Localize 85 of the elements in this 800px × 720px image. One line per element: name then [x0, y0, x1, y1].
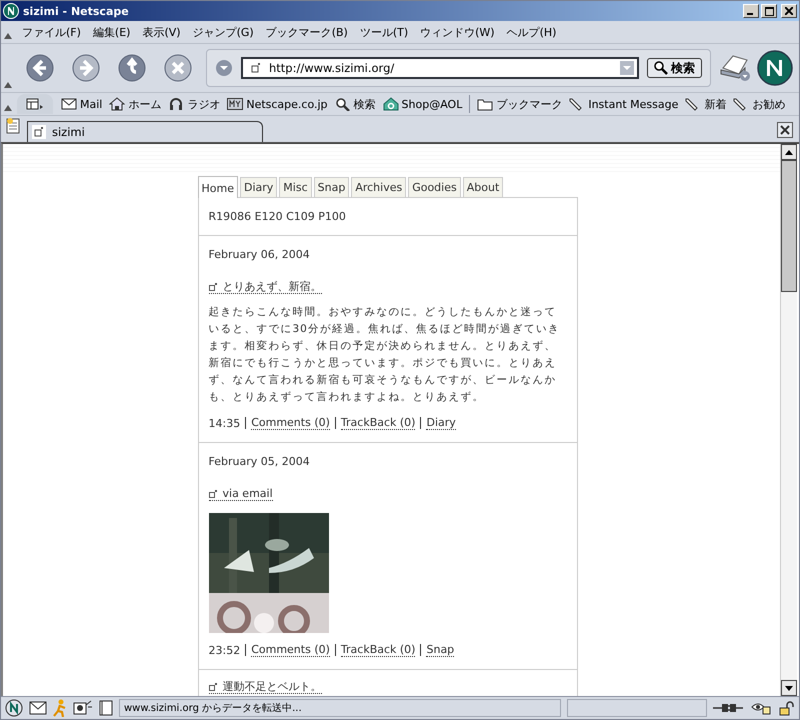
- close-button[interactable]: [781, 4, 797, 18]
- site-tab[interactable]: Goodies: [408, 177, 461, 197]
- permalink-icon: [208, 282, 216, 290]
- menu-item[interactable]: ジャンプ(G): [186, 24, 260, 40]
- entry-link[interactable]: Snap: [426, 643, 454, 657]
- site-tab[interactable]: Diary: [240, 177, 278, 197]
- menu-item[interactable]: ヘルプ(H): [500, 24, 562, 40]
- entry-date: February 06, 2004: [208, 248, 310, 261]
- search-icon: [654, 61, 668, 75]
- scroll-thumb[interactable]: [781, 160, 797, 292]
- entry-title-link[interactable]: とりあえず、新宿。: [208, 280, 322, 294]
- maximize-icon: [764, 6, 774, 16]
- up-arrow-icon[interactable]: [785, 150, 793, 154]
- menu-item[interactable]: ツール(T): [354, 24, 414, 40]
- badge-icon: [227, 97, 244, 111]
- site-tab[interactable]: Snap: [314, 177, 350, 197]
- window-title: sizimi - Netscape: [23, 4, 130, 18]
- sidebar-icon: [26, 97, 44, 111]
- bookmark-button[interactable]: ブックマーク: [474, 96, 566, 112]
- entry-link[interactable]: Diary: [426, 416, 456, 430]
- close-icon: [780, 125, 790, 135]
- browser-tab[interactable]: sizimi: [27, 121, 263, 142]
- status-text: www.sizimi.org からデータを転送中...: [119, 699, 562, 717]
- menu-item[interactable]: 編集(E): [86, 24, 136, 40]
- entry-link[interactable]: Comments (0): [251, 643, 330, 657]
- close-icon: [785, 7, 793, 15]
- page-icon: [251, 63, 261, 73]
- search-button[interactable]: 検索: [647, 58, 702, 78]
- menu-item[interactable]: 表示(V): [136, 24, 187, 40]
- down-arrow-icon[interactable]: [785, 686, 793, 690]
- bookmark-button[interactable]: 新着: [682, 96, 730, 112]
- address-book-icon[interactable]: [99, 700, 113, 716]
- dropdown-icon[interactable]: [215, 59, 233, 77]
- minimize-button[interactable]: [743, 4, 759, 18]
- netscape-logo-icon[interactable]: [757, 50, 793, 86]
- entry-title-link[interactable]: 運動不足とベルト。: [208, 680, 322, 694]
- entry-body: 起きたらこんな時間。おやすみなのに。どうしたもんかと迷っていると、すでに30分が経過。焦れば、焦るほど時間が過ぎていきます。相変わらず、休日の予定が決められません。とりあえず、新宿にでも行こうかと思っています。ポジでも買いに。とりあえず、なんて言われる新宿も可哀そうなもんですが、ビールなんかも、とりあえずって言われますよね。とりあえず。: [208, 305, 561, 405]
- entry-time: 14:35: [208, 416, 240, 430]
- site-tab[interactable]: Misc: [279, 177, 312, 197]
- menu-item[interactable]: ファイル(F): [16, 24, 87, 40]
- envelope-icon: [61, 97, 77, 111]
- scrollbar[interactable]: [780, 144, 797, 696]
- x-icon: [163, 53, 193, 83]
- entry-link[interactable]: TrackBack (0): [340, 416, 416, 430]
- bookmark-button[interactable]: ホーム: [106, 96, 164, 112]
- maximize-button[interactable]: [761, 4, 777, 18]
- house-icon: [109, 97, 126, 111]
- folder-icon: [477, 97, 494, 111]
- composer-icon[interactable]: [73, 700, 93, 716]
- bookmark-button[interactable]: Shop@AOL: [380, 97, 466, 111]
- menu-item[interactable]: ウィンドウ(W): [414, 24, 501, 40]
- lock-icon[interactable]: [779, 700, 795, 716]
- url-field[interactable]: http://www.sizimi.org/: [241, 57, 639, 79]
- entry-link[interactable]: TrackBack (0): [340, 643, 416, 657]
- permalink-icon: [208, 490, 216, 498]
- bookmark-button[interactable]: 検索: [332, 96, 379, 112]
- toolbar-grip-icon[interactable]: [4, 105, 12, 111]
- headphones-icon: [168, 97, 184, 111]
- netscape-logo-icon: [3, 3, 19, 19]
- site-tab[interactable]: Archives: [351, 177, 406, 197]
- stats-text: R19086 E120 C109 P100: [208, 210, 346, 223]
- bookmark-button[interactable]: ラジオ: [165, 96, 224, 112]
- toolbar-grip-icon[interactable]: [4, 82, 12, 88]
- bookmark-button[interactable]: お勧め: [730, 96, 788, 112]
- permalink-icon: [208, 682, 216, 690]
- site-tab[interactable]: Home: [198, 176, 238, 198]
- bookmark-button[interactable]: Netscape.co.jp: [224, 97, 331, 111]
- bookmark-button[interactable]: Mail: [58, 97, 106, 111]
- eye-icon[interactable]: [751, 701, 771, 715]
- entry-title-link[interactable]: via email: [208, 487, 273, 501]
- entry-time: 23:52: [208, 644, 240, 656]
- page-icon: [32, 125, 46, 139]
- navigator-icon[interactable]: [5, 699, 23, 717]
- mail-icon[interactable]: [29, 701, 47, 715]
- toolbar-grip-icon[interactable]: [4, 33, 12, 39]
- house-icon: [382, 97, 399, 111]
- search-icon: [334, 97, 351, 111]
- entry-date: February 05, 2004: [208, 455, 310, 468]
- bookmark-button[interactable]: Instant Message: [566, 97, 682, 111]
- close-tab-button[interactable]: [777, 122, 793, 138]
- sidebar-button[interactable]: [17, 94, 53, 114]
- plug-icon[interactable]: [713, 702, 743, 714]
- entry-link[interactable]: Comments (0): [251, 416, 330, 430]
- site-tab[interactable]: About: [462, 177, 504, 197]
- menu-item[interactable]: ブックマーク(B): [260, 24, 354, 40]
